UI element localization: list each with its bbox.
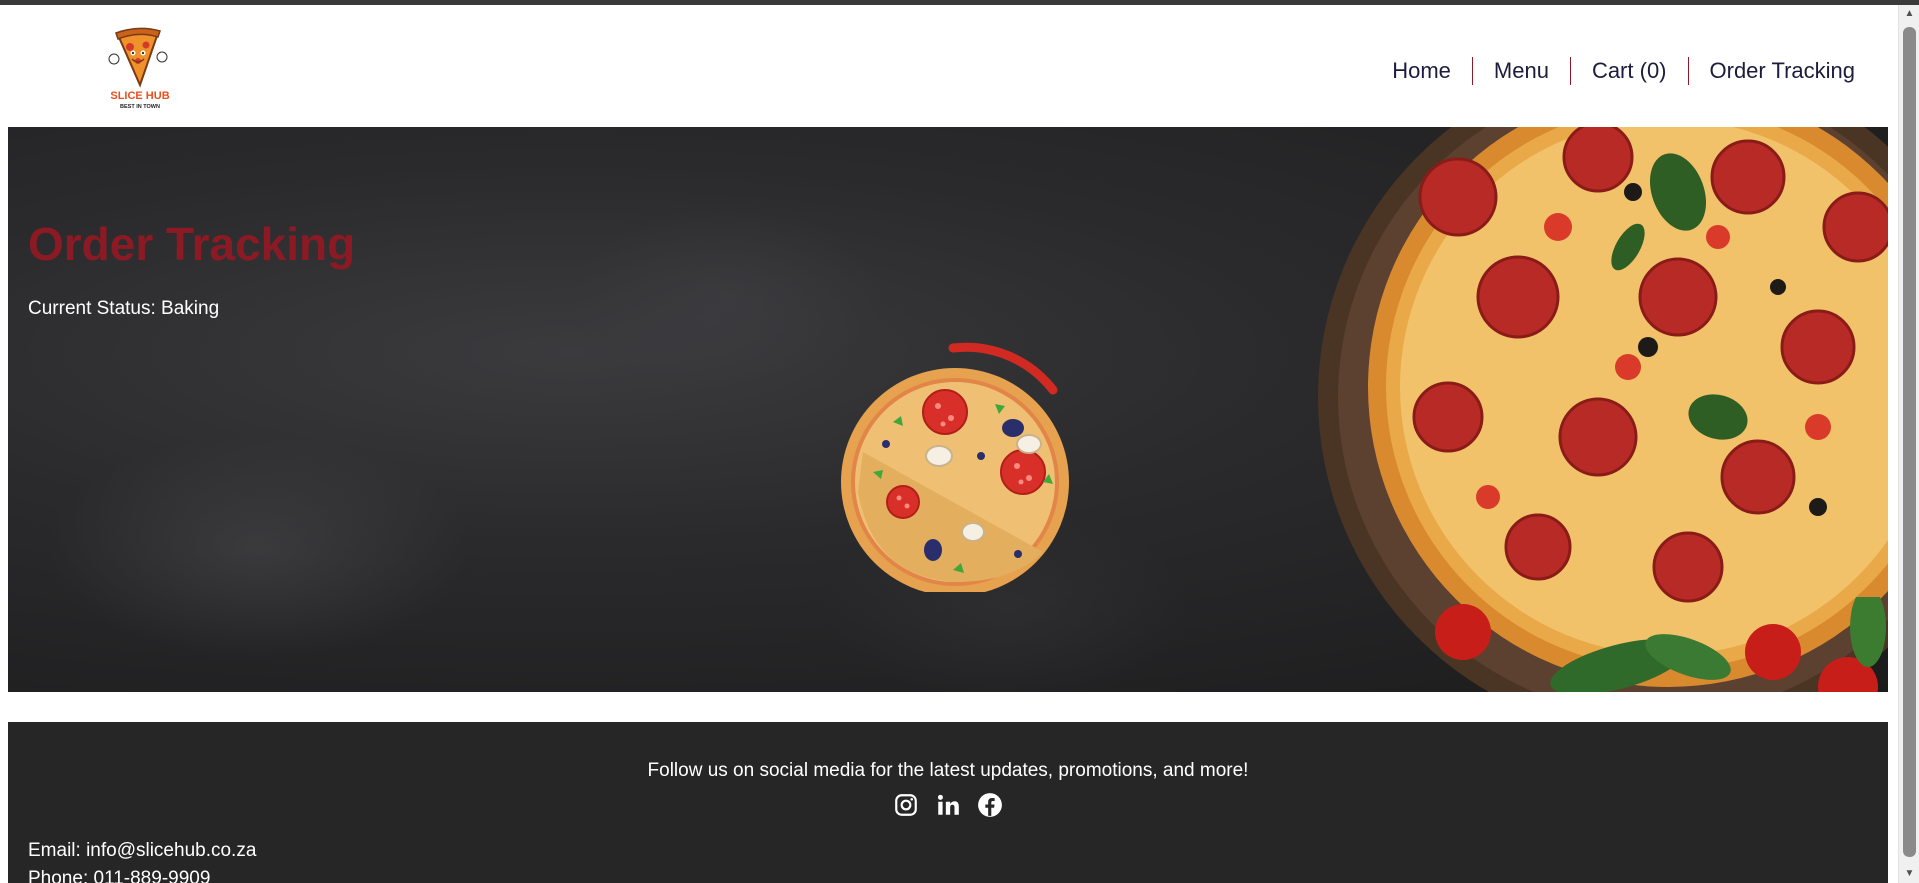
slice-hub-logo[interactable]: SLICE HUB BEST IN TOWN [100, 27, 180, 113]
cherry-tomatoes-decoration [1418, 587, 1888, 692]
contact-email: Email: info@slicehub.co.za [28, 840, 257, 861]
order-tracking-hero: Order Tracking Current Status: Baking [8, 127, 1888, 692]
nav-cart-link[interactable]: Cart (0) [1571, 57, 1689, 85]
scroll-down-arrow-icon[interactable]: ▼ [1899, 865, 1919, 883]
order-status-text: Current Status: Baking [28, 298, 220, 319]
logo-tagline: BEST IN TOWN [120, 104, 160, 110]
scroll-up-arrow-icon[interactable]: ▲ [1899, 5, 1919, 23]
logo-text: SLICE HUB [110, 90, 169, 102]
main-nav: Home Menu Cart (0) Order Tracking [1371, 57, 1855, 85]
facebook-icon[interactable] [977, 792, 1003, 818]
page-scrollbar[interactable]: ▲ ▼ [1898, 5, 1919, 883]
instagram-icon[interactable] [893, 792, 919, 818]
social-links [893, 792, 1003, 818]
nav-order-tracking-link[interactable]: Order Tracking [1689, 57, 1856, 85]
pizza-loading-spinner [841, 342, 1069, 592]
nav-menu-link[interactable]: Menu [1473, 57, 1571, 85]
linkedin-icon[interactable] [935, 792, 961, 818]
page-title: Order Tracking [28, 218, 356, 270]
site-header: SLICE HUB BEST IN TOWN Home Menu Cart (0… [8, 5, 1888, 127]
follow-us-text: Follow us on social media for the latest… [647, 760, 1249, 781]
scrollbar-thumb[interactable] [1903, 27, 1916, 857]
site-footer: Follow us on social media for the latest… [8, 722, 1888, 883]
contact-phone: Phone: 011-889-9909 [28, 868, 211, 883]
nav-home-link[interactable]: Home [1371, 57, 1473, 85]
